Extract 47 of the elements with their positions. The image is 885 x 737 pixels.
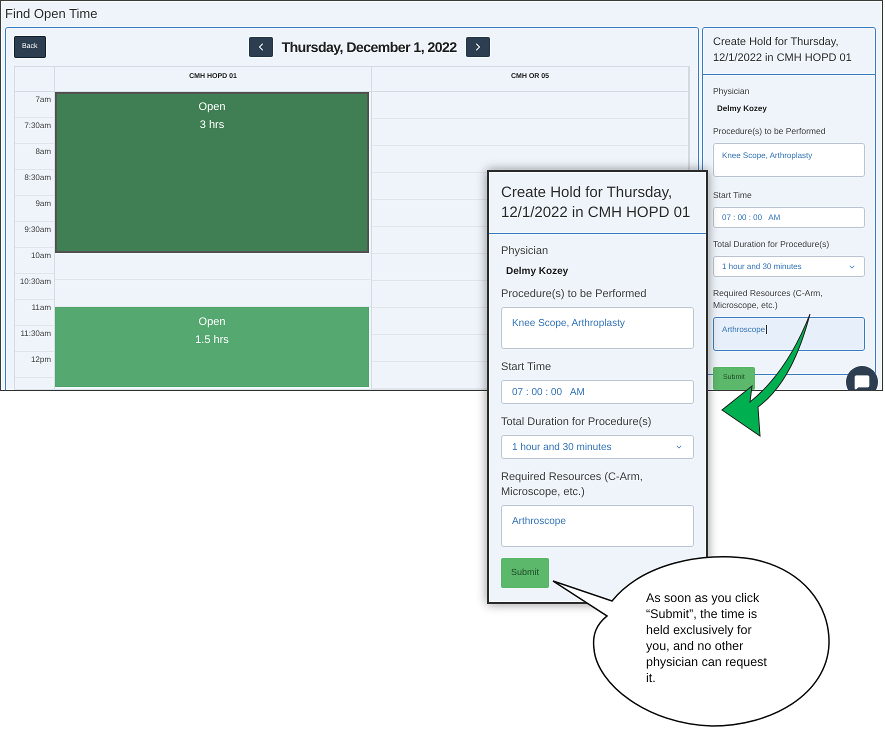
field-label: Procedure(s) to be Performed — [713, 125, 826, 137]
callout-text: As soon as you click “Submit”, the time is held exclusively for you, and no other physician can request it. — [646, 590, 768, 686]
time-label: 8:30am — [24, 173, 51, 184]
time-label: 9:30am — [24, 225, 51, 236]
form-title: Create Hold for Thursday, 12/1/2022 in CMH HOPD 01 — [703, 28, 875, 75]
time-field[interactable]: 07 : 00 : 00 AM — [501, 380, 694, 404]
field-label: Total Duration for Procedure(s) — [713, 238, 830, 250]
field-label: Required Resources (C-Arm, Microscope, etc.) — [713, 287, 824, 311]
field-label: Physician — [713, 85, 750, 97]
text-area[interactable]: Knee Scope, Arthroplasty — [501, 307, 694, 349]
field-label: Start Time — [713, 189, 753, 201]
previous-day-button[interactable] — [248, 37, 273, 57]
submit-button[interactable]: Submit — [501, 558, 550, 588]
physician-name: Delmy Kozey — [505, 265, 570, 279]
field-label: Start Time — [501, 360, 552, 375]
open-slot[interactable]: Open 3 hrs — [55, 92, 369, 253]
time-label: 7:30am — [24, 121, 51, 132]
slot-duration: 1.5 hrs — [195, 333, 229, 348]
slot-duration: 3 hrs — [200, 118, 224, 133]
text-area[interactable]: Arthroscope — [501, 505, 694, 547]
date-heading: Thursday, December 1, 2022 — [282, 38, 457, 57]
slot-title: Open — [198, 100, 226, 115]
chevron-down-icon — [675, 443, 683, 451]
next-day-button[interactable] — [466, 37, 490, 57]
page-title: Find Open Time — [4, 5, 98, 23]
time-label: 10am — [30, 251, 51, 262]
time-field[interactable]: 07 : 00 : 00 AM — [713, 207, 865, 228]
slot-title: Open — [198, 315, 226, 330]
field-label: Physician — [501, 244, 550, 259]
chat-icon — [854, 374, 870, 390]
text-area[interactable]: Arthroscope — [713, 317, 865, 351]
time-label: 11am — [32, 303, 51, 314]
physician-name: Delmy Kozey — [716, 103, 768, 115]
time-label: 11:30am — [20, 329, 51, 340]
form-title: Create Hold for Thursday, 12/1/2022 in CMH HOPD 01 — [489, 172, 706, 234]
time-label: 7am — [35, 95, 51, 106]
time-label: 9am — [35, 199, 51, 210]
field-label: Total Duration for Procedure(s) — [501, 415, 652, 430]
open-slot[interactable]: Open 1.5 hrs — [55, 307, 369, 387]
duration-select[interactable]: 1 hour and 30 minutes — [713, 256, 865, 277]
time-label: 8am — [35, 147, 51, 158]
time-label: 10:30am — [20, 277, 51, 288]
field-label: Required Resources (C-Arm, Microscope, etc.) — [501, 470, 644, 500]
text-area[interactable]: Knee Scope, Arthroplasty — [713, 143, 865, 177]
duration-select[interactable]: 1 hour and 30 minutes — [501, 435, 694, 459]
field-label: Procedure(s) to be Performed — [501, 287, 648, 302]
time-label: 12pm — [30, 355, 51, 366]
